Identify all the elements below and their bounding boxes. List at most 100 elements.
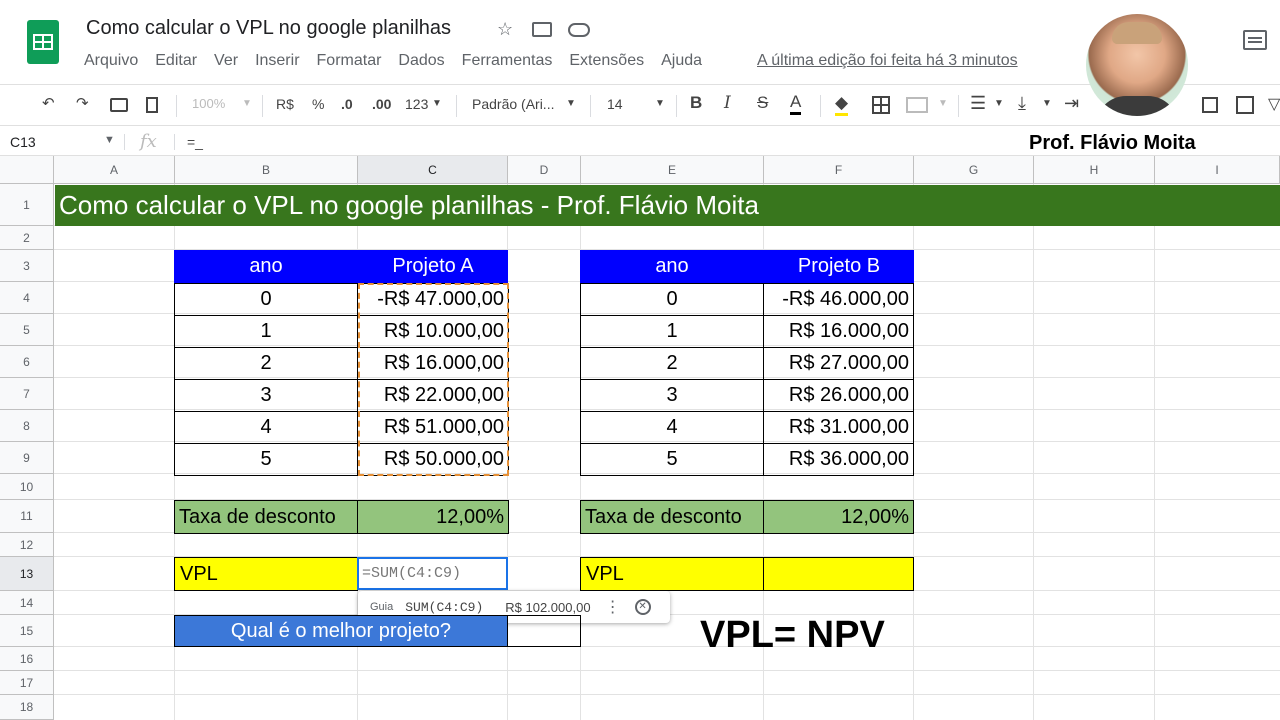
question-answer-cell[interactable] — [507, 615, 581, 647]
row-header[interactable]: 2 — [0, 226, 54, 250]
table-a-header-ano[interactable]: ano — [174, 250, 358, 283]
star-icon[interactable]: ☆ — [497, 19, 513, 40]
table-b-header-projeto[interactable]: Projeto B — [764, 250, 914, 283]
row-header[interactable]: 6 — [0, 346, 54, 378]
italic-button[interactable]: I — [724, 93, 731, 113]
formula-input[interactable]: =_ — [187, 134, 203, 150]
vertical-align-icon[interactable]: ⤓ — [1018, 93, 1026, 114]
table-a-value-cell[interactable]: R$ 10.000,00 — [357, 315, 509, 348]
strikethrough-button[interactable]: S — [757, 93, 768, 113]
table-a-vpl-label[interactable]: VPL — [174, 557, 358, 591]
row-header[interactable]: 1 — [0, 184, 54, 226]
document-title[interactable]: Como calcular o VPL no google planilhas — [86, 17, 451, 40]
menu-ferramentas[interactable]: Ferramentas — [462, 52, 553, 72]
increase-decimal-button[interactable]: .00 — [372, 96, 391, 112]
percent-format-button[interactable]: % — [312, 96, 324, 112]
row-header[interactable]: 8 — [0, 410, 54, 442]
table-a-value-cell[interactable]: -R$ 47.000,00 — [357, 283, 509, 316]
text-color-button[interactable]: A — [790, 92, 802, 115]
column-header-e[interactable]: E — [581, 156, 764, 184]
table-a-value-cell[interactable]: R$ 51.000,00 — [357, 411, 509, 444]
row-header[interactable]: 5 — [0, 314, 54, 346]
fill-color-icon[interactable]: ◆ — [835, 93, 849, 116]
row-header[interactable]: 15 — [0, 615, 54, 647]
zoom-select[interactable]: 100% — [192, 96, 225, 111]
chevron-down-icon[interactable]: ▼ — [104, 134, 115, 146]
column-header-a[interactable]: A — [54, 156, 175, 184]
name-box[interactable]: C13 — [10, 134, 36, 150]
table-b-value-cell[interactable]: R$ 36.000,00 — [763, 443, 914, 476]
row-header[interactable]: 16 — [0, 647, 54, 671]
font-size-select[interactable]: 14 — [607, 96, 623, 112]
table-a-year-cell[interactable]: 3 — [174, 379, 358, 412]
print-icon[interactable] — [110, 98, 128, 112]
row-header[interactable]: 14 — [0, 591, 54, 615]
row-header[interactable]: 9 — [0, 442, 54, 474]
table-a-value-cell[interactable]: R$ 50.000,00 — [357, 443, 509, 476]
table-a-rate-value[interactable]: 12,00% — [357, 500, 509, 534]
row-header[interactable]: 11 — [0, 500, 54, 533]
decrease-decimal-button[interactable]: .0 — [341, 96, 353, 112]
merge-cells-icon[interactable] — [906, 97, 928, 113]
row-header[interactable]: 12 — [0, 533, 54, 557]
menu-ajuda[interactable]: Ajuda — [661, 52, 702, 72]
sheets-logo-icon[interactable] — [27, 20, 59, 64]
column-header-c[interactable]: C — [358, 156, 508, 184]
filter-icon[interactable]: ▽ — [1268, 94, 1280, 114]
comments-icon[interactable] — [1243, 30, 1267, 50]
row-header[interactable]: 17 — [0, 671, 54, 695]
table-b-year-cell[interactable]: 0 — [580, 283, 764, 316]
table-b-rate-label[interactable]: Taxa de desconto — [580, 500, 764, 534]
paint-format-icon[interactable] — [146, 97, 158, 113]
select-all-corner[interactable] — [0, 156, 54, 184]
table-a-value-cell[interactable]: R$ 22.000,00 — [357, 379, 509, 412]
table-a-year-cell[interactable]: 4 — [174, 411, 358, 444]
table-a-value-cell[interactable]: R$ 16.000,00 — [357, 347, 509, 380]
column-header-f[interactable]: F — [764, 156, 914, 184]
table-b-value-cell[interactable]: R$ 27.000,00 — [763, 347, 914, 380]
table-b-value-cell[interactable]: -R$ 46.000,00 — [763, 283, 914, 316]
row-header[interactable]: 13 — [0, 557, 54, 591]
table-b-year-cell[interactable]: 3 — [580, 379, 764, 412]
column-header-i[interactable]: I — [1155, 156, 1280, 184]
menu-arquivo[interactable]: Arquivo — [84, 52, 138, 72]
table-b-header-ano[interactable]: ano — [580, 250, 764, 283]
table-b-year-cell[interactable]: 4 — [580, 411, 764, 444]
table-b-value-cell[interactable]: R$ 31.000,00 — [763, 411, 914, 444]
menu-ver[interactable]: Ver — [214, 52, 238, 72]
table-b-year-cell[interactable]: 2 — [580, 347, 764, 380]
table-b-rate-value[interactable]: 12,00% — [763, 500, 914, 534]
row-header[interactable]: 4 — [0, 282, 54, 314]
column-header-d[interactable]: D — [508, 156, 581, 184]
table-b-vpl-label[interactable]: VPL — [580, 557, 764, 591]
table-b-year-cell[interactable]: 5 — [580, 443, 764, 476]
table-b-year-cell[interactable]: 1 — [580, 315, 764, 348]
row-header[interactable]: 18 — [0, 695, 54, 720]
more-vert-icon[interactable]: ⋮ — [605, 597, 621, 617]
bold-button[interactable]: B — [690, 93, 702, 113]
column-header-h[interactable]: H — [1034, 156, 1155, 184]
table-a-year-cell[interactable]: 5 — [174, 443, 358, 476]
table-b-vpl-value[interactable] — [763, 557, 914, 591]
borders-icon[interactable] — [872, 96, 890, 114]
insert-chart-icon[interactable] — [1236, 96, 1254, 114]
question-cell[interactable]: Qual é o melhor projeto? — [174, 615, 508, 647]
undo-icon[interactable]: ↶ — [42, 94, 55, 112]
menu-formatar[interactable]: Formatar — [317, 52, 382, 72]
row-header[interactable]: 7 — [0, 378, 54, 410]
close-icon[interactable]: ✕ — [634, 599, 651, 615]
move-folder-icon[interactable] — [532, 22, 552, 37]
table-a-rate-label[interactable]: Taxa de desconto — [174, 500, 358, 534]
active-cell-editor[interactable]: =SUM(C4:C9) — [357, 557, 508, 590]
column-header-b[interactable]: B — [175, 156, 358, 184]
table-a-year-cell[interactable]: 0 — [174, 283, 358, 316]
last-edit-link[interactable]: A última edição foi feita há 3 minutos — [757, 52, 1018, 70]
row-header[interactable]: 10 — [0, 474, 54, 500]
table-a-year-cell[interactable]: 2 — [174, 347, 358, 380]
currency-format-button[interactable]: R$ — [276, 96, 294, 112]
menu-inserir[interactable]: Inserir — [255, 52, 299, 72]
menu-dados[interactable]: Dados — [398, 52, 444, 72]
more-formats-button[interactable]: 123 — [405, 96, 428, 112]
table-a-header-projeto[interactable]: Projeto A — [358, 250, 508, 283]
horizontal-align-icon[interactable]: ☰ — [970, 93, 986, 114]
